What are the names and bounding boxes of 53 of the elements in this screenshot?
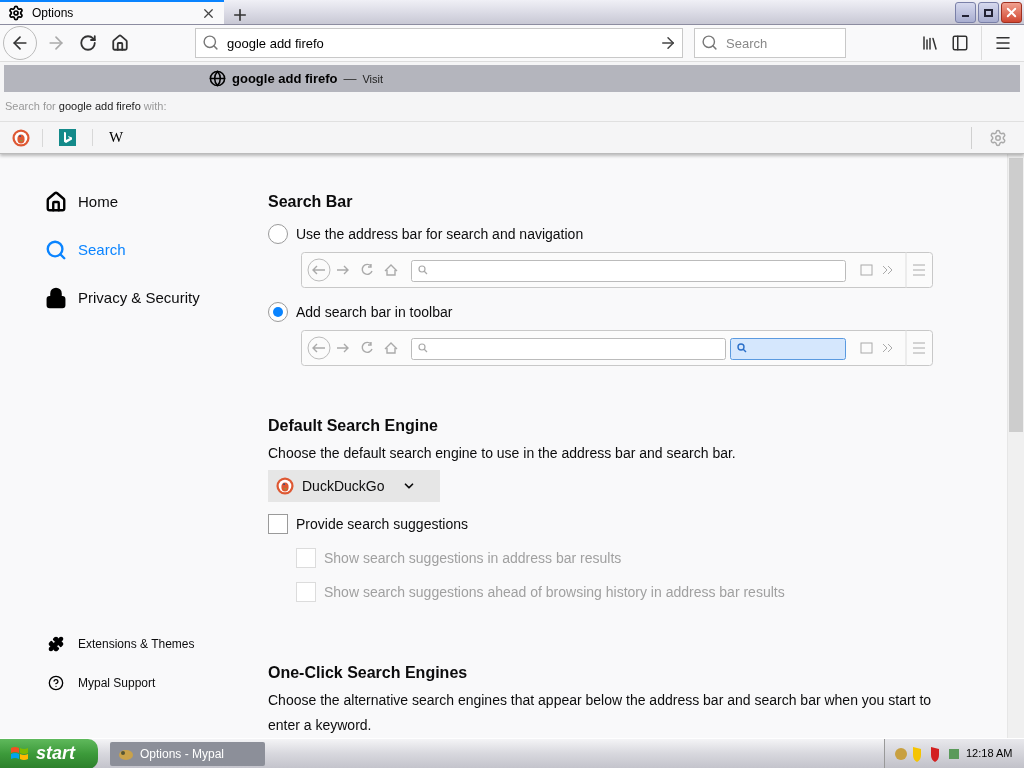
help-icon: [48, 675, 64, 691]
sidebar-icon[interactable]: [951, 34, 969, 53]
radio-label: Use the address bar for search and navigation: [296, 224, 584, 244]
search-icon: [202, 34, 219, 52]
visit-label: Visit: [362, 72, 384, 88]
engine-dropdown[interactable]: DuckDuckGo: [268, 470, 440, 502]
b-logo-icon[interactable]: [59, 129, 76, 146]
suggestion-title: google add firefo: [232, 69, 338, 88]
radio-button[interactable]: [268, 302, 288, 322]
browser-tab[interactable]: Options: [0, 0, 224, 25]
suggestion-row[interactable]: google add firefo — Visit: [4, 65, 1020, 92]
home-icon[interactable]: [111, 34, 129, 53]
radio-button[interactable]: [268, 224, 288, 244]
duck-logo-icon: [276, 477, 294, 495]
section-heading: Default Search Engine: [268, 416, 439, 436]
close-icon: [1004, 5, 1019, 20]
reload-icon[interactable]: [79, 34, 97, 53]
restore-button[interactable]: [978, 2, 999, 23]
duck-logo-icon: [12, 128, 30, 147]
section-description: Choose the alternative search engines that appear below the address bar and search bar when you start to enter a keyword.: [268, 691, 933, 735]
search-icon: [701, 34, 718, 52]
sidebar-item[interactable]: Home: [45, 190, 260, 214]
search-field[interactable]: Search: [694, 28, 846, 59]
flag-icon: [10, 744, 30, 763]
radio-label: Add search bar in toolbar: [296, 302, 453, 322]
sidebar-link[interactable]: Extensions & Themes: [45, 634, 260, 654]
sidebar-link[interactable]: Mypal Support: [45, 673, 260, 693]
checkbox-label: Show search suggestions in address bar results: [324, 548, 622, 568]
minimize-button[interactable]: [955, 2, 976, 23]
search-with-label: Search for google add firefo with:: [5, 99, 167, 115]
lock-icon: [45, 287, 67, 309]
close-window-button[interactable]: [1001, 2, 1022, 23]
sidebar-item[interactable]: Search: [45, 238, 260, 262]
home-icon: [45, 191, 67, 213]
puzzle-icon: [48, 636, 64, 652]
section-heading: One-Click Search Engines: [268, 663, 469, 683]
sidebar-item[interactable]: Privacy & Security: [45, 286, 260, 310]
start-button[interactable]: start: [0, 738, 98, 768]
wikipedia-logo[interactable]: W: [93, 126, 140, 149]
address-field[interactable]: google add firefo: [195, 28, 683, 59]
gear-icon: [8, 5, 24, 22]
section-description: Choose the default search engine to use in the address bar and search bar.: [268, 444, 737, 463]
checkbox-label: Provide search suggestions: [296, 514, 468, 534]
clock: 12:18 AM: [966, 746, 1013, 762]
search-icon: [45, 239, 67, 261]
new-tab-icon[interactable]: [231, 6, 249, 24]
tab-title: Options: [32, 5, 75, 23]
globe-icon: [209, 70, 226, 87]
library-icon[interactable]: [921, 34, 939, 53]
checkbox[interactable]: [268, 514, 288, 534]
section-heading: Search Bar: [268, 192, 354, 212]
separator-dash: —: [343, 69, 357, 88]
checkbox-label: Show search suggestions ahead of browsing history in address bar results: [324, 582, 785, 602]
